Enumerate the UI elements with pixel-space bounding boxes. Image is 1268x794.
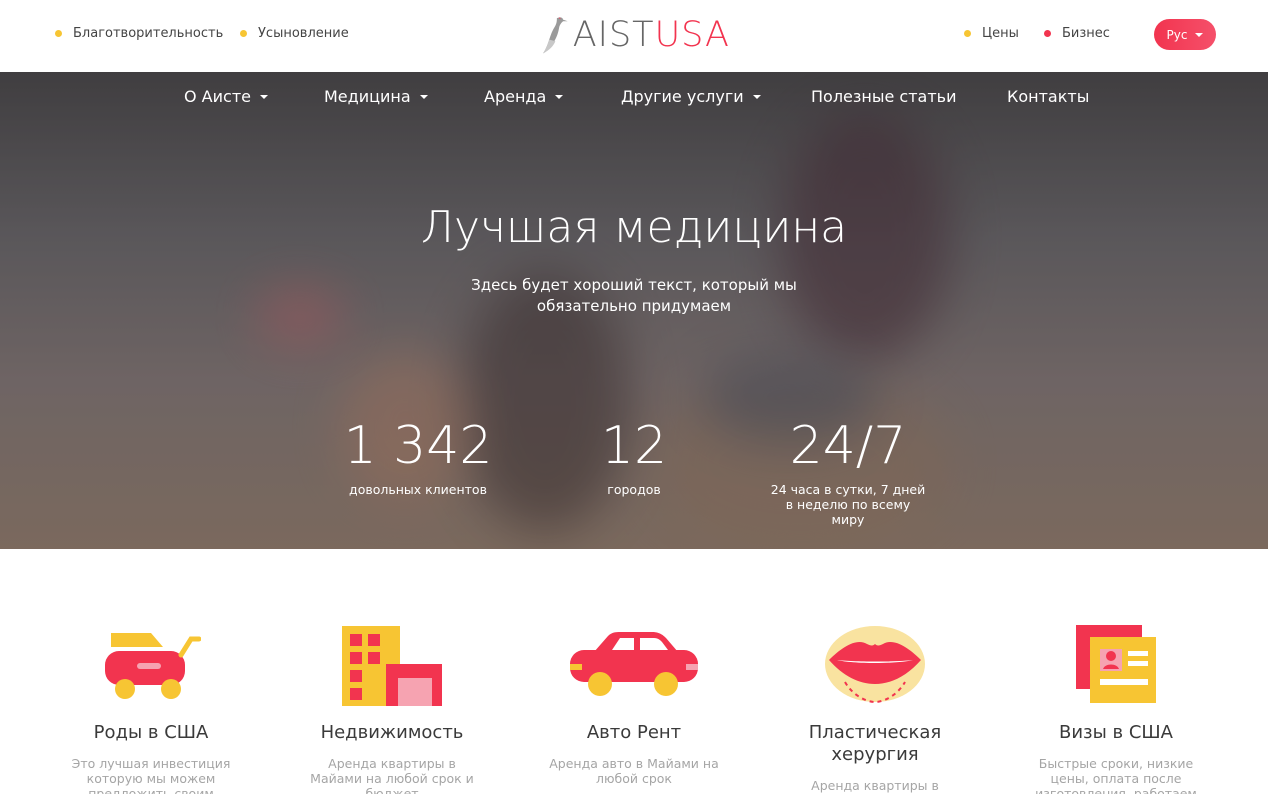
building-icon: [302, 620, 482, 710]
site-logo[interactable]: AISTUSA: [540, 8, 730, 62]
chevron-down-icon: [752, 94, 761, 99]
service-title: Авто Рент: [586, 722, 682, 743]
adoption-link[interactable]: Усыновление: [240, 26, 349, 41]
nav-item-label: Контакты: [1007, 87, 1090, 106]
chevron-down-icon: [1195, 32, 1204, 37]
service-title: Пластическая херургия: [808, 722, 942, 765]
stat-clients: 1 342 довольных клиентов: [338, 418, 498, 497]
nav-item-contacts[interactable]: Контакты: [1007, 87, 1089, 106]
nav-item-label: Полезные статьи: [811, 87, 957, 106]
service-title: Недвижимость: [320, 722, 464, 743]
lips-icon: [785, 620, 965, 710]
stat-value: 1 342: [343, 416, 493, 476]
stork-logo-icon: [543, 17, 568, 54]
adoption-link-label: Усыновление: [258, 26, 349, 41]
hero-subtitle: Здесь будет хороший текст, который мы об…: [471, 276, 797, 315]
service-title: Роды в США: [93, 722, 209, 743]
prices-link[interactable]: Цены: [964, 26, 1019, 41]
logo-text: AISTUSA: [573, 15, 730, 55]
bullet-dot-icon: [240, 30, 247, 37]
service-desc: Быстрые сроки, низкие цены, оплата после…: [1035, 756, 1197, 794]
nav-item-label: Другие услуги: [621, 87, 744, 106]
top-header: Благотворительность Усыновление AISTUSA …: [0, 0, 1268, 72]
service-car-rent[interactable]: Авто Рент Аренда авто в Майами на любой …: [544, 620, 724, 786]
stat-value: 12: [600, 416, 668, 476]
stat-label: городов: [607, 482, 661, 497]
chevron-down-icon: [419, 94, 428, 99]
stroller-icon: [61, 620, 241, 710]
stat-value: 24/7: [789, 416, 907, 476]
service-birth-usa[interactable]: Роды в США Это лучшая инвестиция которую…: [61, 620, 241, 794]
hero-banner: О Аисте Медицина Аренда Другие услуги По…: [0, 72, 1268, 549]
prices-link-label: Цены: [982, 26, 1019, 41]
stat-cities: 12 городов: [574, 418, 694, 497]
nav-item-about[interactable]: О Аисте: [184, 87, 268, 106]
nav-item-medicine[interactable]: Медицина: [324, 87, 428, 106]
charity-link[interactable]: Благотворительность: [55, 26, 223, 41]
charity-link-label: Благотворительность: [73, 26, 224, 41]
bullet-dot-icon: [1044, 30, 1051, 37]
logo-aist-text: AIST: [572, 15, 655, 55]
chevron-down-icon: [259, 94, 268, 99]
nav-item-label: Аренда: [484, 87, 547, 106]
nav-item-rent[interactable]: Аренда: [484, 87, 564, 106]
visa-card-icon: [1026, 620, 1206, 710]
chevron-down-icon: [555, 94, 564, 99]
nav-item-label: Медицина: [324, 87, 411, 106]
main-nav: О Аисте Медицина Аренда Другие услуги По…: [0, 72, 1268, 124]
service-desc: Аренда квартиры в Майами на любой срок и…: [310, 756, 474, 794]
bullet-dot-icon: [964, 30, 971, 37]
nav-item-label: О Аисте: [184, 87, 251, 106]
nav-item-articles[interactable]: Полезные статьи: [811, 87, 957, 106]
service-visas[interactable]: Визы в США Быстрые сроки, низкие цены, о…: [1026, 620, 1206, 794]
stat-support: 24/7 24 часа в сутки, 7 дней в неделю по…: [768, 418, 928, 527]
logo-usa-text: USA: [654, 15, 730, 55]
service-title: Визы в США: [1058, 722, 1173, 743]
language-selector[interactable]: Рус: [1154, 19, 1216, 50]
nav-item-other-services[interactable]: Другие услуги: [621, 87, 761, 106]
hero-title: Лучшая медицина: [420, 202, 848, 253]
service-desc: Аренда авто в Майами на любой срок: [549, 756, 719, 786]
car-icon: [544, 620, 724, 710]
business-link[interactable]: Бизнес: [1044, 26, 1110, 41]
bullet-dot-icon: [55, 30, 62, 37]
business-link-label: Бизнес: [1062, 26, 1110, 41]
language-label: Рус: [1166, 27, 1188, 42]
stat-label: 24 часа в сутки, 7 дней в неделю по всем…: [770, 482, 926, 527]
stat-label: довольных клиентов: [349, 482, 487, 497]
service-plastic-surgery[interactable]: Пластическая херургия Аренда квартиры в …: [785, 620, 965, 794]
service-desc: Аренда квартиры в Майами: [811, 778, 939, 794]
service-real-estate[interactable]: Недвижимость Аренда квартиры в Майами на…: [302, 620, 482, 794]
service-desc: Это лучшая инвестиция которую мы можем п…: [71, 756, 231, 794]
